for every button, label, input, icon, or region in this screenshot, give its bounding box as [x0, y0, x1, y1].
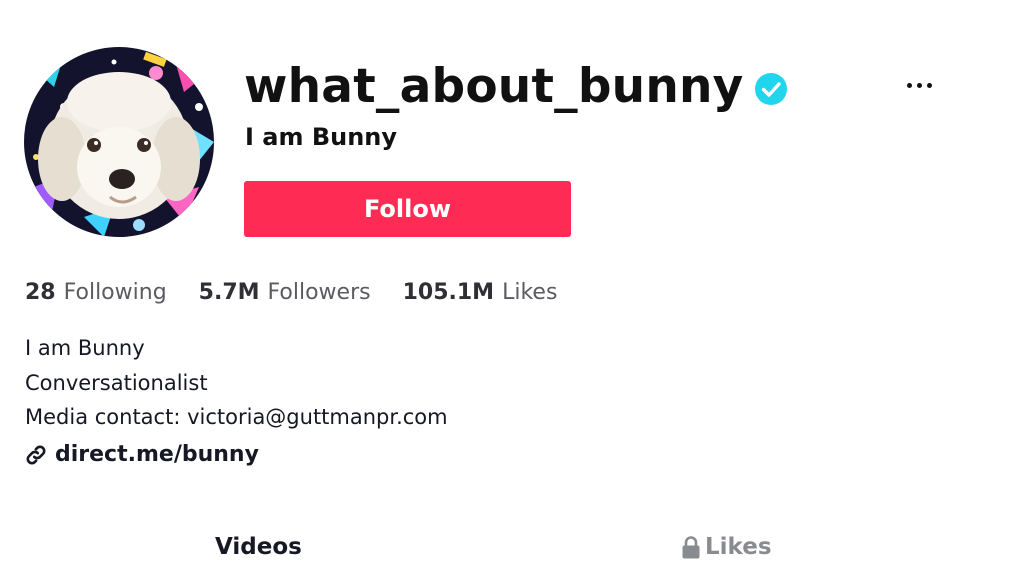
- bio-link-text: direct.me/bunny: [55, 442, 259, 467]
- tab-likes[interactable]: Likes: [680, 534, 772, 560]
- stat-label: Following: [63, 280, 167, 305]
- profile-avatar[interactable]: [24, 47, 214, 237]
- more-dots-icon[interactable]: [898, 70, 940, 100]
- stat-label: Likes: [502, 280, 558, 305]
- stat-number: 105.1M: [402, 280, 495, 305]
- stat-likes: 105.1M Likes: [403, 280, 558, 305]
- username-row: what_about_bunny: [244, 54, 788, 118]
- link-icon: [26, 445, 46, 464]
- nickname: I am Bunny: [245, 123, 398, 151]
- stat-number: 5.7M: [198, 280, 260, 305]
- tab-label: Videos: [215, 534, 302, 560]
- tab-videos[interactable]: Videos: [215, 534, 302, 560]
- stat-label: Followers: [267, 280, 371, 305]
- tab-label: Likes: [705, 534, 772, 560]
- stat-number: 28: [25, 280, 56, 305]
- bio: I am Bunny Conversationalist Media conta…: [25, 331, 448, 435]
- bio-link[interactable]: direct.me/bunny: [25, 442, 259, 467]
- profile-stats: 28 Following 5.7M Followers 105.1M Likes: [25, 280, 589, 305]
- bio-line: Media contact: victoria@guttmanpr.com: [25, 405, 448, 429]
- stat-followers[interactable]: 5.7M Followers: [199, 280, 371, 305]
- verified-check-icon: [754, 73, 787, 105]
- bio-line: Conversationalist: [25, 370, 208, 395]
- bio-line: I am Bunny: [25, 336, 145, 360]
- follow-button[interactable]: Follow: [244, 181, 571, 237]
- stat-following[interactable]: 28 Following: [25, 280, 167, 305]
- username: what_about_bunny: [244, 58, 744, 114]
- lock-icon: [682, 536, 700, 559]
